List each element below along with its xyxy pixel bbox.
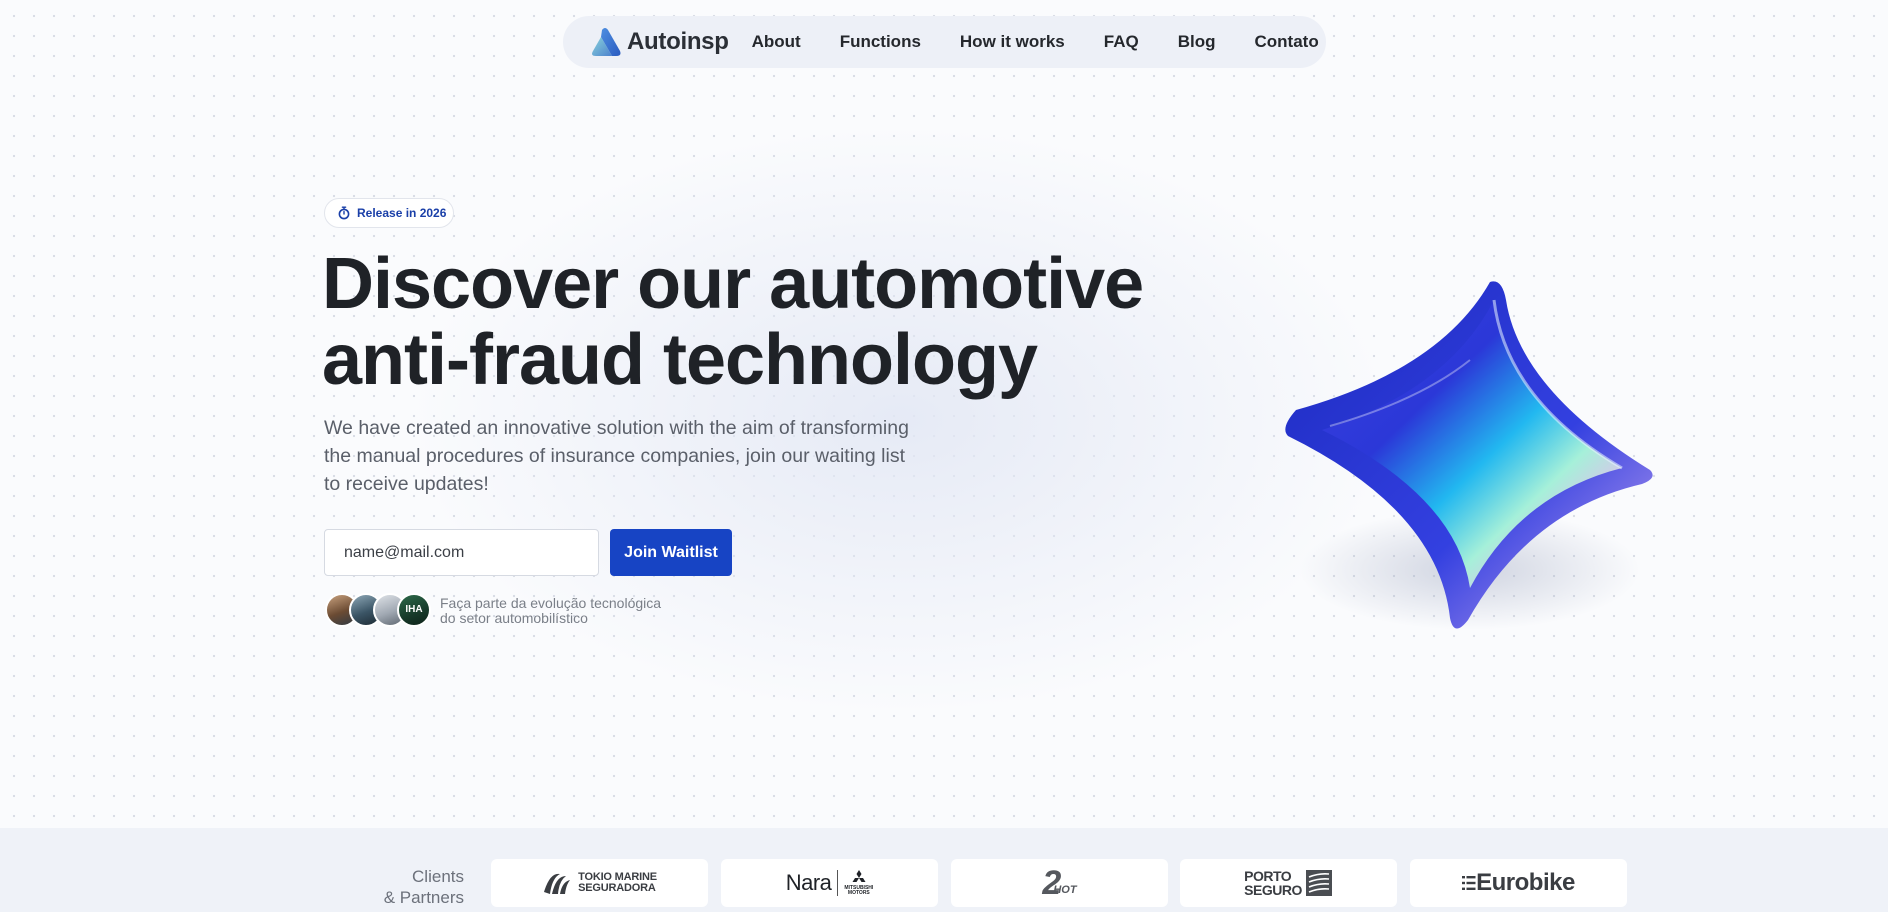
logo-tokio-marine: TOKIO MARINE SEGURADORA [491, 859, 708, 907]
nav-links: About Functions How it works FAQ Blog Co… [752, 32, 1319, 52]
hero-description: We have created an innovative solution w… [324, 417, 909, 495]
email-input[interactable] [324, 529, 599, 576]
badge-text: Release in 2026 [357, 206, 447, 220]
social-proof-text: Faça parte da evolução tecnológica do se… [440, 596, 700, 626]
nav-link-how-it-works[interactable]: How it works [960, 32, 1065, 52]
brand[interactable]: Autoinsp [590, 27, 729, 57]
social-proof-line-2: do setor automobilístico [440, 610, 588, 626]
clients-label: Clients & Partners [360, 866, 464, 908]
mitsubishi-diamonds-icon [852, 870, 866, 882]
logo-2hot: 2 HOT [951, 859, 1168, 907]
release-badge: Release in 2026 [324, 198, 454, 228]
logo-eurobike: Eurobike [1410, 859, 1627, 907]
top-navigation: Autoinsp About Functions How it works FA… [563, 16, 1326, 68]
logo-divider [837, 870, 839, 896]
sparkle-star-icon [1285, 281, 1653, 630]
headline-line-1: Discover our automotive [322, 244, 1144, 324]
nav-link-blog[interactable]: Blog [1178, 32, 1216, 52]
timer-icon [338, 206, 350, 220]
tokio-line-2: SEGURADORA [578, 882, 656, 894]
logo-nara-mitsubishi: Nara MITSUBISHI MOTORS [721, 859, 938, 907]
headline-line-2: anti-fraud technology [322, 320, 1038, 400]
autoinsp-logo-icon [592, 28, 621, 56]
nav-link-faq[interactable]: FAQ [1104, 32, 1139, 52]
clients-label-line-2: & Partners [383, 888, 464, 907]
nav-link-functions[interactable]: Functions [840, 32, 921, 52]
hero-headline: Discover our automotive anti-fraud techn… [322, 246, 1222, 398]
avatar-group: IHA [325, 593, 437, 627]
2hot-word: HOT [1053, 884, 1077, 896]
mitsubishi-line-2: MOTORS [847, 890, 870, 896]
logo-porto-seguro: PORTO SEGURO [1180, 859, 1397, 907]
tokio-marine-logo-icon [544, 873, 571, 894]
avatar-initials: IHA [405, 604, 423, 615]
eurobike-text: Eurobike [1476, 869, 1575, 896]
brand-name: Autoinsp [627, 28, 729, 55]
avatar: IHA [397, 593, 431, 627]
join-waitlist-button[interactable]: Join Waitlist [610, 529, 732, 576]
nav-link-about[interactable]: About [752, 32, 801, 52]
porto-line-1: PORTO [1244, 868, 1292, 884]
nav-link-contato[interactable]: Contato [1255, 32, 1319, 52]
nara-text: Nara [785, 870, 832, 895]
eurobike-bars-icon [1462, 876, 1476, 890]
porto-seguro-logo-icon [1305, 870, 1332, 896]
porto-line-2: SEGURO [1244, 882, 1302, 898]
clients-label-line-1: Clients [412, 867, 464, 886]
social-proof-line-1: Faça parte da evolução tecnológica [440, 595, 662, 611]
